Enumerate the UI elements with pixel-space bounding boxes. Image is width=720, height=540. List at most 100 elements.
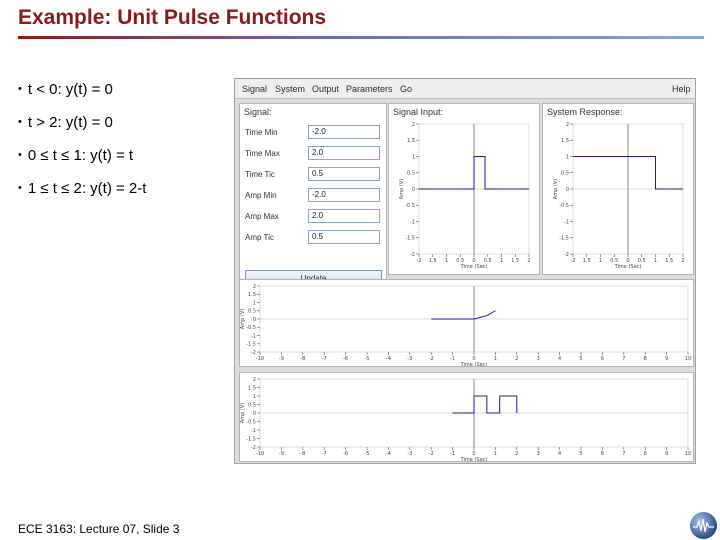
x-tick-label: -4 bbox=[386, 451, 391, 457]
signal-input-panel: Signal Input: -2 1.5 1 0.5 0 0.5 1 1.5 2 2 1.5 1 0.5… bbox=[388, 103, 540, 275]
y-tick-label: -1.5 bbox=[246, 436, 256, 442]
y-tick-label: 1.5 bbox=[248, 292, 256, 298]
amp-max-input[interactable]: 2.0 bbox=[308, 209, 380, 223]
waveform-icon bbox=[693, 518, 714, 533]
y-tick-label: -2 bbox=[410, 252, 415, 258]
output-chart: -10 -9 -8 -7 -6 -5 -4 -3 -2 -1 0 1 2 3 4 5 6 7 8 9 1021.510.… bbox=[240, 284, 691, 366]
menu-parameters[interactable]: Parameters bbox=[346, 84, 393, 94]
menu-system[interactable]: System bbox=[275, 84, 305, 94]
bullet-text: 1 ≤ t ≤ 2: y(t) = 2-t bbox=[27, 180, 147, 197]
x-tick-label: 1 bbox=[445, 258, 448, 264]
y-tick-label: 2 bbox=[253, 284, 256, 290]
input-response-chart: -10 -9 -8 -7 -6 -5 -4 -3 -2 -1 0 1 2 3 4 5 6 7 8 9 1021.510.… bbox=[240, 377, 691, 461]
y-tick-label: 2 bbox=[253, 377, 256, 383]
x-tick-label: -6 bbox=[343, 356, 348, 362]
bullet-item: • t < 0: y(t) = 0 bbox=[18, 78, 228, 111]
x-tick-label: 4 bbox=[558, 451, 561, 457]
bullet-dot: • bbox=[18, 149, 22, 161]
x-tick-label: 1.5 bbox=[665, 258, 673, 264]
bullet-item: • 1 ≤ t ≤ 2: y(t) = 2-t bbox=[18, 177, 228, 210]
y-tick-label: 2 bbox=[566, 122, 569, 128]
x-axis-label: Time (Sec) bbox=[460, 362, 488, 366]
x-tick-label: 10 bbox=[685, 451, 691, 457]
x-tick-label: -2 bbox=[429, 356, 434, 362]
x-tick-label: -3 bbox=[407, 356, 412, 362]
x-tick-label: 3 bbox=[537, 356, 540, 362]
menu-output[interactable]: Output bbox=[312, 84, 339, 94]
slide-footer: ECE 3163: Lecture 07, Slide 3 bbox=[18, 522, 180, 536]
series-line bbox=[431, 310, 496, 320]
x-tick-label: -5 bbox=[365, 451, 370, 457]
x-tick-label: -10 bbox=[256, 451, 264, 457]
x-tick-label: 7 bbox=[622, 451, 625, 457]
y-tick-label: 0 bbox=[253, 411, 256, 417]
y-axis-label: Amp (V) bbox=[553, 179, 559, 199]
bullet-dot: • bbox=[18, 182, 22, 194]
y-axis-label: Amp (V) bbox=[240, 403, 246, 423]
x-axis-label: Time (Sec) bbox=[460, 264, 488, 270]
bullet-text: 0 ≤ t ≤ 1: y(t) = t bbox=[27, 147, 134, 164]
input-response-plot-panel: -10 -9 -8 -7 -6 -5 -4 -3 -2 -1 0 1 2 3 4 5 6 7 8 9 10 2 1.5 1 0.… bbox=[239, 372, 694, 462]
x-tick-label: 6 bbox=[601, 451, 604, 457]
signal-parameters-panel: Signal: Time Min -2.0 Time Max 2.0 Time … bbox=[239, 103, 387, 291]
signal-input-chart: -2 1.5 1 0.5 0 0.5 1 1.5 221.510.50-0.5-1-1.5-2T… bbox=[399, 122, 531, 270]
y-tick-label: 0.5 bbox=[248, 309, 256, 315]
y-tick-label: 2 bbox=[412, 122, 415, 128]
series-line bbox=[452, 395, 518, 414]
y-tick-label: 1 bbox=[566, 154, 569, 160]
time-tic-label: Time Tic bbox=[245, 170, 275, 179]
bullet-dot: • bbox=[18, 83, 22, 95]
x-tick-label: 1 bbox=[599, 258, 602, 264]
university-logo bbox=[690, 512, 717, 539]
y-tick-label: 0.5 bbox=[407, 171, 415, 177]
x-tick-label: -7 bbox=[322, 356, 327, 362]
y-tick-label: -1 bbox=[564, 219, 569, 225]
bullet-dot: • bbox=[18, 116, 22, 128]
x-tick-label: 4 bbox=[558, 356, 561, 362]
y-tick-label: 0.5 bbox=[248, 402, 256, 408]
x-tick-label: 2 bbox=[515, 451, 518, 457]
x-tick-label: -1 bbox=[450, 356, 455, 362]
x-tick-label: 9 bbox=[665, 356, 668, 362]
y-axis-label: Amp (V) bbox=[399, 179, 405, 199]
menu-go[interactable]: Go bbox=[400, 84, 412, 94]
y-axis-label: Amp (V) bbox=[240, 309, 246, 329]
x-tick-label: 5 bbox=[579, 356, 582, 362]
signal-panel-title: Signal: bbox=[244, 107, 272, 117]
bullet-text: t < 0: y(t) = 0 bbox=[27, 81, 113, 98]
applet-menubar: Signal System Output Parameters Go Help bbox=[235, 79, 695, 99]
system-response-panel: System Response: -2 1.5 1 0.5 0 0.5 1 1.5 2 2 1.5 1… bbox=[542, 103, 694, 275]
y-tick-label: -0.5 bbox=[405, 203, 415, 209]
y-tick-label: -1 bbox=[251, 428, 256, 434]
y-tick-label: -1 bbox=[251, 333, 256, 339]
x-tick-label: 1 bbox=[494, 356, 497, 362]
y-tick-label: -2 bbox=[251, 445, 256, 451]
time-min-input[interactable]: -2.0 bbox=[308, 125, 380, 139]
y-tick-label: -1.5 bbox=[559, 236, 569, 242]
x-tick-label: 1 bbox=[654, 258, 657, 264]
x-tick-label: -2 bbox=[429, 451, 434, 457]
x-axis-label: Time (Sec) bbox=[614, 264, 642, 270]
x-tick-label: -2 bbox=[571, 258, 576, 264]
x-tick-label: -1 bbox=[450, 451, 455, 457]
time-max-input[interactable]: 2.0 bbox=[308, 146, 380, 160]
amp-max-label: Amp Max bbox=[245, 212, 279, 221]
amp-min-input[interactable]: -2.0 bbox=[308, 188, 380, 202]
system-response-chart: -2 1.5 1 0.5 0 0.5 1 1.5 221.510.50-0.5-1-1.5-2T… bbox=[553, 122, 685, 270]
menu-help[interactable]: Help bbox=[672, 84, 691, 94]
time-tic-input[interactable]: 0.5 bbox=[308, 167, 380, 181]
x-tick-label: 8 bbox=[644, 356, 647, 362]
y-tick-label: 0.5 bbox=[561, 171, 569, 177]
menu-signal[interactable]: Signal bbox=[242, 84, 267, 94]
x-tick-label: -7 bbox=[322, 451, 327, 457]
x-tick-label: -9 bbox=[279, 451, 284, 457]
amp-tic-input[interactable]: 0.5 bbox=[308, 230, 380, 244]
x-tick-label: 2 bbox=[527, 258, 530, 264]
x-axis-label: Time (Sec) bbox=[460, 457, 488, 461]
x-tick-label: 5 bbox=[579, 451, 582, 457]
x-tick-label: -2 bbox=[417, 258, 422, 264]
y-tick-label: -0.5 bbox=[559, 203, 569, 209]
x-tick-label: -6 bbox=[343, 451, 348, 457]
x-tick-label: 8 bbox=[644, 451, 647, 457]
x-tick-label: 6 bbox=[601, 356, 604, 362]
